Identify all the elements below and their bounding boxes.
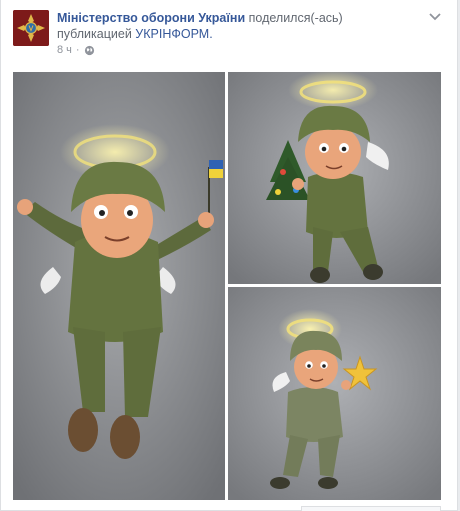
ministry-emblem-icon [13,10,49,46]
photo-angel-soldier-with-flag[interactable] [13,72,225,500]
comment-box-edge [301,506,441,511]
shared-source-link[interactable]: УКРІНФОРМ. [135,27,212,41]
globe-icon[interactable] [84,45,95,56]
angel-soldier-star-image [228,287,441,500]
timestamp-link[interactable]: 8 ч [57,44,72,56]
shared-prefix-text: публикацией [57,27,132,41]
author-link[interactable]: Міністерство оборони України [57,11,245,25]
post-header: Міністерство оборони України поделился(-… [57,10,427,42]
chevron-down-icon[interactable] [427,8,443,24]
photo-grid [13,72,441,500]
angel-soldier-flag-image [13,72,225,500]
feed-post: Міністерство оборони України поделился(-… [0,0,458,511]
photo-angel-soldier-with-christmas-tree[interactable] [228,72,441,284]
photo-angel-soldier-with-star[interactable] [228,287,441,500]
post-meta: 8 ч · [57,44,95,56]
page-avatar[interactable] [13,10,49,46]
angel-soldier-tree-image [228,72,441,284]
share-action-text: поделился(-ась) [248,11,343,25]
